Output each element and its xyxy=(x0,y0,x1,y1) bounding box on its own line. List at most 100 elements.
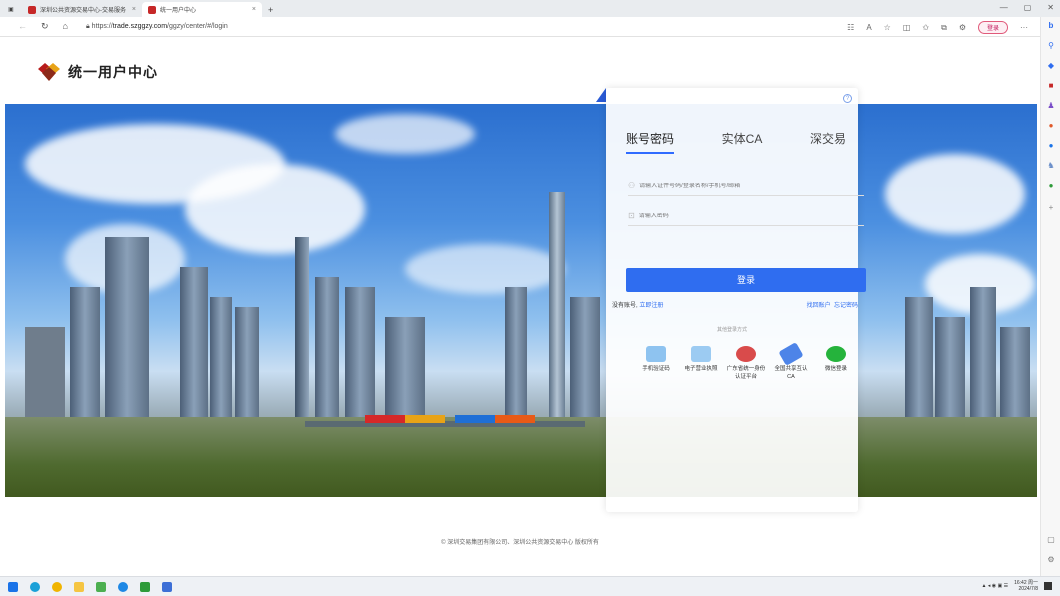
site-favicon-icon xyxy=(148,5,156,14)
password-field[interactable]: ⊡ xyxy=(628,206,864,226)
city-banner-image xyxy=(5,104,1037,497)
usb-key-icon xyxy=(778,342,804,366)
split-screen-icon[interactable]: ◫ xyxy=(903,23,911,32)
start-icon[interactable] xyxy=(8,581,18,592)
page-header: 统一用户中心 xyxy=(0,37,1040,104)
app-icon[interactable] xyxy=(162,581,172,592)
license-icon xyxy=(691,346,711,362)
tools-icon[interactable]: ♟ xyxy=(1046,101,1056,111)
system-tray: ▲ ◂ ◉ ▣ ☰ 16:42 周一 2024/7/8 xyxy=(982,580,1052,592)
method-phone-code[interactable]: 手机验证码 xyxy=(636,346,676,381)
os-taskbar: ▲ ◂ ◉ ▣ ☰ 16:42 周一 2024/7/8 xyxy=(0,576,1060,596)
password-input[interactable] xyxy=(638,212,839,219)
id-icon xyxy=(736,346,756,362)
browser-tab-bar: ▣ 深圳公共资源交易中心-交易服务 × 统一用户中心 × + — ▢ ✕ xyxy=(0,0,1060,17)
folder-icon[interactable] xyxy=(74,581,84,592)
sheet-icon[interactable] xyxy=(96,581,106,592)
chat-icon[interactable] xyxy=(118,581,128,592)
help-icon[interactable]: ? xyxy=(843,94,852,103)
lock-icon: 🔒︎ xyxy=(85,22,90,30)
edge-icon[interactable] xyxy=(30,581,40,592)
back-icon[interactable]: ← xyxy=(18,21,27,32)
nav-buttons: ← ↻ ⌂ xyxy=(18,21,68,32)
username-input[interactable] xyxy=(639,182,840,189)
reader-icon[interactable]: ☷ xyxy=(847,23,854,32)
sidebar-settings-icon[interactable]: ⚙ xyxy=(1046,555,1056,565)
more-menu-icon[interactable]: ··· xyxy=(1020,23,1028,32)
tray-icons[interactable]: ▲ ◂ ◉ ▣ ☰ xyxy=(982,583,1009,589)
shopping-icon[interactable]: ■ xyxy=(1046,81,1056,91)
minimize-icon[interactable]: — xyxy=(1000,3,1008,12)
edge-sidebar: b ⚲ ◆ ■ ♟ ● ● ♞ ● + ▢ ⚙ xyxy=(1040,17,1060,577)
page-title: 统一用户中心 xyxy=(68,64,158,80)
search-icon[interactable]: ⚲ xyxy=(1046,41,1056,51)
wechat-icon xyxy=(826,346,846,362)
find-account-link[interactable]: 找回账户 xyxy=(807,303,831,309)
user-icon: ⚇ xyxy=(628,181,636,190)
method-wechat[interactable]: 微信登录 xyxy=(816,346,856,381)
restore-icon[interactable]: ▢ xyxy=(1024,3,1032,12)
url-field[interactable]: 🔒︎ https://trade.szggzy.com/ggzy/center/… xyxy=(86,23,228,31)
copilot-icon[interactable]: b xyxy=(1046,21,1056,31)
method-label: 微信登录 xyxy=(824,366,847,372)
close-window-icon[interactable]: ✕ xyxy=(1047,3,1054,12)
login-button[interactable]: 登录 xyxy=(626,268,866,292)
drop-icon[interactable]: ● xyxy=(1046,181,1056,191)
url-prefix: https:// xyxy=(91,22,113,30)
outlook-icon[interactable]: ● xyxy=(1046,141,1056,151)
collections-icon[interactable]: ⧉ xyxy=(941,23,947,33)
read-aloud-icon[interactable]: A xyxy=(866,23,871,32)
browser-toolbar: ☷ A ☆ ◫ ✩ ⧉ ⚙ 登录 ··· xyxy=(847,21,1028,34)
taskbar-apps xyxy=(8,581,172,592)
browser-tab-trade[interactable]: 深圳公共资源交易中心-交易服务 × xyxy=(22,2,142,17)
login-methods: 手机验证码 电子营业执照 广东省统一身份认证平台 全国共享互认CA 微信登录 xyxy=(636,342,856,381)
add-sidebar-icon[interactable]: + xyxy=(1046,203,1056,213)
browser-icon[interactable] xyxy=(52,581,62,592)
notifications-icon[interactable] xyxy=(1044,582,1052,590)
phone-icon xyxy=(646,346,666,362)
method-label: 手机验证码 xyxy=(642,366,670,372)
games-icon[interactable]: ♞ xyxy=(1046,161,1056,171)
refresh-icon[interactable]: ↻ xyxy=(41,21,49,32)
method-national-ca[interactable]: 全国共享互认CA xyxy=(771,342,811,381)
tab-entity-ca[interactable]: 实体CA xyxy=(722,130,763,154)
method-guangdong-id[interactable]: 广东省统一身份认证平台 xyxy=(726,346,766,381)
home-icon[interactable]: ⌂ xyxy=(63,21,68,32)
close-tab-icon[interactable]: × xyxy=(132,6,136,13)
profile-login-button[interactable]: 登录 xyxy=(977,21,1008,34)
tab-account-password[interactable]: 账号密码 xyxy=(626,130,675,154)
sidebar-layout-icon[interactable]: ▢ xyxy=(1046,535,1056,545)
favorite-star-icon[interactable]: ☆ xyxy=(884,23,891,32)
tab-label: 深圳公共资源交易中心-交易服务 xyxy=(40,8,126,14)
favorites-icon[interactable]: ✩ xyxy=(922,23,929,32)
method-label: 全国共享互认CA xyxy=(774,366,808,380)
window-controls: — ▢ ✕ xyxy=(1000,3,1054,12)
page-footer: © 深圳交易集团有限公司、深圳公共资源交易中心 版权所有 xyxy=(441,540,599,546)
browser-tab-login[interactable]: 统一用户中心 × xyxy=(142,2,262,17)
address-bar: ← ↻ ⌂ 🔒︎ https://trade.szggzy.com/ggzy/c… xyxy=(0,17,1060,37)
new-tab-button[interactable]: + xyxy=(262,2,279,17)
tag-icon[interactable]: ◆ xyxy=(1046,61,1056,71)
other-methods-label: 其他登录方式 xyxy=(716,327,747,333)
method-label: 广东省统一身份认证平台 xyxy=(726,366,766,380)
username-field[interactable]: ⚇ xyxy=(628,176,864,196)
no-account-text: 没有账号, xyxy=(612,303,638,309)
close-tab-icon[interactable]: × xyxy=(252,6,256,13)
extensions-icon[interactable]: ⚙ xyxy=(959,23,966,32)
method-business-license[interactable]: 电子营业执照 xyxy=(681,346,721,381)
card-corner-decoration xyxy=(596,88,606,102)
lock-icon: ⊡ xyxy=(628,211,635,220)
login-card: ? 账号密码 实体CA 深交易 ⚇ ⊡ 登录 没有账号, 立即注册 找回账户 忘… xyxy=(606,88,866,512)
site-logo[interactable]: 统一用户中心 xyxy=(38,62,158,82)
register-link[interactable]: 立即注册 xyxy=(639,303,663,309)
office-icon[interactable]: ● xyxy=(1046,121,1056,131)
tab-actions-icon[interactable]: ▣ xyxy=(0,2,22,17)
site-favicon-icon xyxy=(28,5,36,14)
account-links-row: 没有账号, 立即注册 找回账户 忘记密码 xyxy=(612,300,868,309)
login-tabs: 账号密码 实体CA 深交易 xyxy=(626,130,846,154)
tab-label: 统一用户中心 xyxy=(160,8,197,14)
forgot-password-link[interactable]: 忘记密码 xyxy=(834,303,858,309)
url-host: trade.szggzy.com xyxy=(112,22,168,30)
tab-shenjiaoyi[interactable]: 深交易 xyxy=(810,130,846,154)
green-app-icon[interactable] xyxy=(140,581,150,592)
